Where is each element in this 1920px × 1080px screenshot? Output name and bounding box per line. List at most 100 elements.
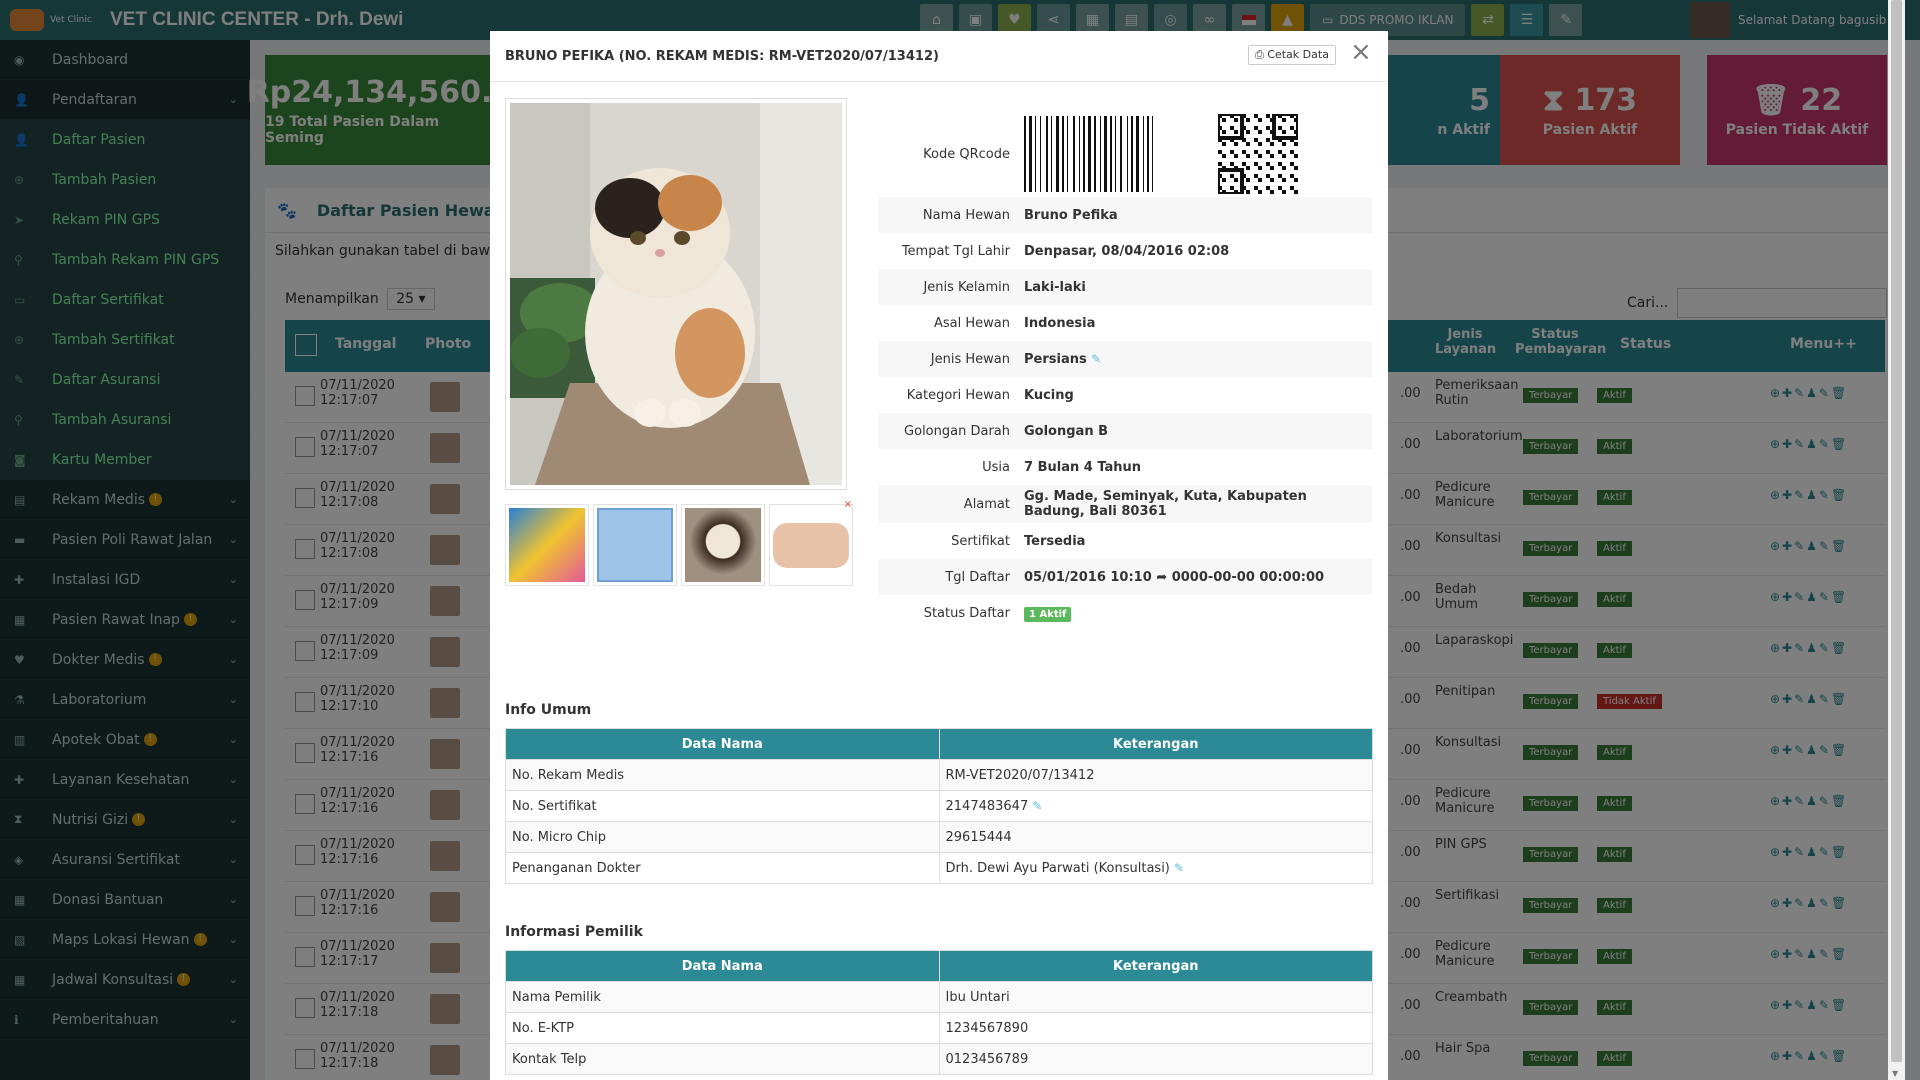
table-row: Kontak Telp 0123456789 (505, 1043, 1373, 1075)
table-row: No. E-KTP 1234567890 (505, 1012, 1373, 1044)
table-row: No. Rekam Medis RM-VET2020/07/13412 (505, 759, 1373, 791)
info-value-text: Persians (1024, 351, 1087, 367)
info-row: Alamat Gg. Made, Seminyak, Kuta, Kabupate… (878, 485, 1372, 523)
modal-header: BRUNO PEFIKA (NO. REKAM MEDIS: RM-VET202… (490, 31, 1388, 82)
info-value: Golongan B (1024, 420, 1372, 443)
patient-detail-modal: BRUNO PEFIKA (NO. REKAM MEDIS: RM-VET202… (490, 31, 1388, 1080)
pet-photo[interactable] (505, 98, 847, 490)
info-value-text: 05/01/2016 10:10 ➦ 0000-00-00 00:00:00 (1024, 569, 1325, 585)
info-pemilik-title: Informasi Pemilik (505, 924, 643, 940)
remove-thumbnail-icon[interactable]: × (844, 499, 852, 510)
barcode-image (1024, 116, 1153, 192)
info-value: Bruno Pefika (1024, 204, 1372, 227)
info-label: Tgl Daftar (945, 569, 1010, 585)
info-row: Jenis Kelamin Laki-laki (878, 269, 1372, 305)
qr-code-area (1024, 110, 1372, 198)
info-row: Jenis Hewan Persians ✎ (878, 341, 1372, 377)
row-value-cell: 1234567890 (938, 1012, 1373, 1044)
table-row: No. Sertifikat 2147483647 ✎ (505, 790, 1373, 822)
info-label: Kode QRcode (923, 146, 1010, 162)
print-label: Cetak Data (1267, 48, 1329, 61)
info-label: Tempat Tgl Lahir (901, 243, 1010, 259)
row-value: 2147483647 (945, 798, 1029, 814)
info-value-text: Denpasar, 08/04/2016 02:08 (1024, 243, 1230, 259)
col-keterangan: Keterangan (938, 728, 1373, 760)
photo-thumbnails: × (505, 499, 853, 586)
info-value-text: Gg. Made, Seminyak, Kuta, Kabupaten Badu… (1024, 489, 1307, 519)
info-label: Jenis Hewan (930, 351, 1010, 367)
table-row: Nama Pemilik Ibu Untari (505, 981, 1373, 1013)
info-label: Asal Hewan (934, 315, 1010, 331)
status-daftar-value: 1 Aktif (1024, 602, 1372, 625)
row-value: Ibu Untari (945, 989, 1010, 1005)
row-value: 29615444 (945, 829, 1012, 845)
row-value: RM-VET2020/07/13412 (945, 767, 1095, 783)
info-row: Sertifikat Tersedia (878, 523, 1372, 559)
row-value-cell: 2147483647 ✎ (938, 790, 1373, 822)
info-label: Jenis Kelamin (923, 279, 1010, 295)
info-value: Persians ✎ (1024, 348, 1372, 371)
row-value-cell: Drh. Dewi Ayu Parwati (Konsultasi) ✎ (938, 852, 1373, 884)
row-value: 0123456789 (945, 1051, 1029, 1067)
info-value: Denpasar, 08/04/2016 02:08 (1024, 240, 1372, 263)
edit-icon[interactable]: ✎ (1032, 799, 1042, 813)
col-data-nama: Data Nama (505, 950, 940, 982)
row-name: No. E-KTP (505, 1012, 940, 1044)
thumbnail-cat[interactable] (681, 504, 765, 586)
col-data-nama: Data Nama (505, 728, 940, 760)
row-value-cell: 29615444 (938, 821, 1373, 853)
info-label: Alamat (963, 496, 1010, 512)
info-row: Golongan Darah Golongan B (878, 413, 1372, 449)
row-value-cell: Ibu Untari (938, 981, 1373, 1013)
pet-info-table: Kode QRcode Nama Hewan Bruno Pefika Tempat … (878, 111, 1372, 631)
print-icon: ⎙ (1255, 48, 1268, 61)
info-value-text: Laki-laki (1024, 279, 1086, 295)
row-value-cell: RM-VET2020/07/13412 (938, 759, 1373, 791)
info-value: Tersedia (1024, 530, 1372, 553)
row-name: Nama Pemilik (505, 981, 940, 1013)
info-value-text: Tersedia (1024, 533, 1086, 549)
row-name: No. Sertifikat (505, 790, 940, 822)
row-value: Drh. Dewi Ayu Parwati (Konsultasi) (945, 860, 1170, 876)
info-value-text: Bruno Pefika (1024, 207, 1118, 223)
info-value: Gg. Made, Seminyak, Kuta, Kabupaten Badu… (1024, 485, 1372, 523)
info-value: Indonesia (1024, 312, 1372, 335)
info-value: 7 Bulan 4 Tahun (1024, 456, 1372, 479)
pet-photo-image (510, 103, 842, 485)
close-icon[interactable]: × (1350, 39, 1372, 65)
info-value: 05/01/2016 10:10 ➦ 0000-00-00 00:00:00 (1024, 566, 1372, 589)
print-button[interactable]: ⎙ Cetak Data (1248, 45, 1336, 65)
table-header-row: Data Nama Keterangan (505, 950, 1373, 982)
info-row: Kode QRcode (878, 111, 1372, 197)
info-value: Laki-laki (1024, 276, 1372, 299)
info-label: Kategori Hewan (906, 387, 1010, 403)
info-value-text: Kucing (1024, 387, 1074, 403)
row-name: No. Micro Chip (505, 821, 940, 853)
info-value: Kucing (1024, 384, 1372, 407)
thumbnail-diploma[interactable] (505, 504, 589, 586)
thumbnail-hand[interactable]: × (769, 499, 853, 586)
info-row: Asal Hewan Indonesia (878, 305, 1372, 341)
info-label: Status Daftar (923, 605, 1010, 621)
scrollbar-thumb[interactable] (1891, 0, 1902, 1062)
info-row: Usia 7 Bulan 4 Tahun (878, 449, 1372, 485)
row-name: No. Rekam Medis (505, 759, 940, 791)
table-row: No. Micro Chip 29615444 (505, 821, 1373, 853)
info-label: Golongan Darah (904, 423, 1010, 439)
info-label: Nama Hewan (922, 207, 1010, 223)
table-header-row: Data Nama Keterangan (505, 728, 1373, 760)
scroll-down-icon[interactable]: ▼ (1892, 1069, 1898, 1078)
table-row: Penanganan Dokter Drh. Dewi Ayu Parwati (… (505, 852, 1373, 884)
info-label: Usia (982, 459, 1010, 475)
row-value: 1234567890 (945, 1020, 1029, 1036)
edit-icon[interactable]: ✎ (1174, 861, 1184, 875)
info-label: Sertifikat (951, 533, 1010, 549)
info-pemilik-table: Data Nama Keterangan Nama Pemilik Ibu Untar… (505, 950, 1373, 1075)
info-value-text: 7 Bulan 4 Tahun (1024, 459, 1142, 475)
thumbnail-id-card[interactable] (593, 504, 677, 586)
col-keterangan: Keterangan (938, 950, 1373, 982)
info-row: Status Daftar 1 Aktif (878, 595, 1372, 631)
edit-icon[interactable]: ✎ (1091, 352, 1101, 366)
row-value-cell: 0123456789 (938, 1043, 1373, 1075)
page-scrollbar[interactable]: ▼ (1888, 0, 1905, 1080)
